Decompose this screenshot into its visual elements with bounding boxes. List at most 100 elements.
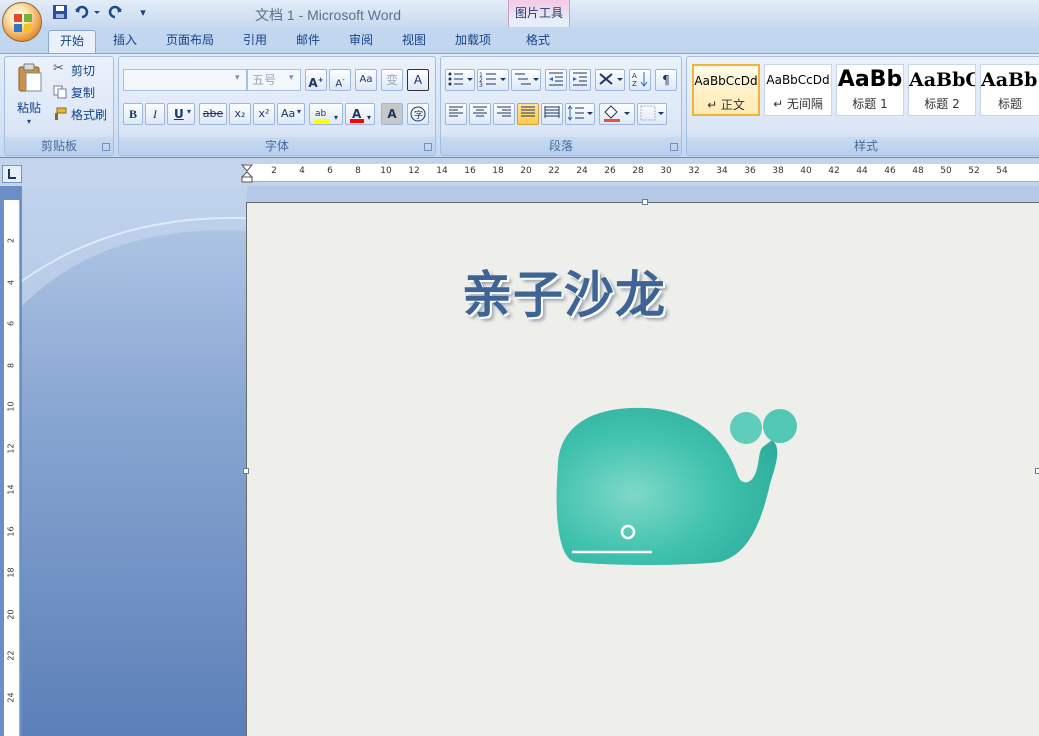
ruler-tick-label: 18 xyxy=(492,166,504,176)
distributed-icon[interactable] xyxy=(541,103,563,125)
align-center-icon[interactable] xyxy=(469,103,491,125)
paste-label: 粘贴 xyxy=(16,101,41,115)
workspace-swoosh-decoration xyxy=(22,186,247,306)
bullets-icon xyxy=(448,72,473,86)
font-name-combo[interactable] xyxy=(123,69,247,91)
bold-button[interactable]: B xyxy=(123,103,143,125)
superscript-button[interactable]: x² xyxy=(253,103,275,125)
strikethrough-button[interactable]: abe xyxy=(199,103,227,125)
save-icon[interactable] xyxy=(52,4,68,22)
copy-icon xyxy=(53,85,67,99)
ruler-tick-label: 6 xyxy=(327,166,333,176)
tab-page-layout[interactable]: 页面布局 xyxy=(160,30,220,53)
subscript-button[interactable]: x₂ xyxy=(229,103,251,125)
clipboard-group-label: 剪贴板 xyxy=(5,137,113,155)
paint-bucket-icon xyxy=(604,105,630,122)
underline-dropdown-icon[interactable]: ▾ xyxy=(187,107,191,116)
indent-marker-icon[interactable] xyxy=(240,164,254,184)
format-painter-icon xyxy=(55,107,67,120)
style-title[interactable]: AaBb( 标题 xyxy=(980,64,1039,116)
tab-home[interactable]: 开始 xyxy=(48,30,96,53)
ruler-tick-label: 8 xyxy=(355,166,361,176)
format-painter-button[interactable]: 格式刷 xyxy=(51,105,111,123)
tab-insert[interactable]: 插入 xyxy=(104,30,146,53)
selection-handle-top[interactable] xyxy=(642,199,648,205)
tab-references[interactable]: 引用 xyxy=(234,30,276,53)
redo-button[interactable] xyxy=(106,4,126,22)
increase-indent-icon[interactable] xyxy=(569,69,591,91)
svg-text:ab: ab xyxy=(315,109,327,119)
align-left-icon[interactable] xyxy=(445,103,467,125)
ruler-tick-label: 46 xyxy=(884,166,896,176)
numbering-button[interactable]: 123 xyxy=(477,69,509,91)
show-formatting-marks-icon[interactable]: ¶ xyxy=(655,69,677,91)
ruler-tick-label: 32 xyxy=(688,166,700,176)
document-heading[interactable]: 亲子沙龙 xyxy=(462,255,666,327)
italic-button[interactable]: I xyxy=(145,103,165,125)
ruler-tick-label: 24 xyxy=(576,166,588,176)
cut-button[interactable]: ✂ 剪切 xyxy=(51,61,111,79)
phonetic-guide-icon[interactable]: 变 xyxy=(381,69,403,91)
paste-button[interactable]: 粘贴 ▾ xyxy=(11,59,47,133)
selection-handle-left[interactable] xyxy=(243,468,249,474)
whale-picture[interactable] xyxy=(550,404,802,568)
multilevel-list-icon xyxy=(515,73,539,85)
tab-view[interactable]: 视图 xyxy=(393,30,435,53)
style-normal[interactable]: AaBbCcDd ↵ 正文 xyxy=(692,64,760,116)
tab-review[interactable]: 审阅 xyxy=(340,30,382,53)
undo-button[interactable] xyxy=(74,4,102,22)
ruler-tick-label: 42 xyxy=(828,166,840,176)
multilevel-list-button[interactable] xyxy=(511,69,541,91)
enclose-characters-icon[interactable]: 字 xyxy=(407,103,429,125)
align-center-svg xyxy=(473,106,487,117)
tab-format[interactable]: 格式 xyxy=(514,30,562,53)
font-dialog-launcher-icon[interactable] xyxy=(424,143,432,151)
align-right-icon[interactable] xyxy=(493,103,515,125)
indent-marker-svg xyxy=(240,164,254,183)
style-no-spacing[interactable]: AaBbCcDd ↵ 无间隔 xyxy=(764,64,832,116)
line-spacing-button[interactable] xyxy=(565,103,595,125)
grow-font-button[interactable]: A+ xyxy=(305,69,327,91)
bullets-button[interactable] xyxy=(445,69,475,91)
borders-button[interactable] xyxy=(637,103,667,125)
ruler-tick-label: 10 xyxy=(380,166,392,176)
style-title-sample: AaBb( xyxy=(981,69,1039,91)
chinese-layout-button[interactable] xyxy=(595,69,625,91)
style-heading-1[interactable]: AaBb 标题 1 xyxy=(836,64,904,116)
sort-icon[interactable]: AZ xyxy=(629,69,651,91)
font-name-dropdown-icon[interactable]: ▾ xyxy=(235,73,240,83)
decrease-indent-icon[interactable] xyxy=(545,69,567,91)
ruler-tick-label: 16 xyxy=(6,525,16,537)
tab-add-ins[interactable]: 加载项 xyxy=(446,30,500,53)
style-heading-1-sample: AaBb xyxy=(837,67,903,92)
clear-formatting-icon[interactable]: Aa xyxy=(355,69,377,91)
redo-icon xyxy=(108,5,122,19)
ruler-tick-label: 10 xyxy=(6,401,16,412)
style-heading-2[interactable]: AaBbC 标题 2 xyxy=(908,64,976,116)
font-color-button[interactable]: A ▾ xyxy=(345,103,375,125)
paragraph-group: 123 AZ ¶ 段落 xyxy=(440,56,682,156)
justify-icon[interactable] xyxy=(517,103,539,125)
scissors-icon: ✂ xyxy=(53,61,64,76)
ruler-tick-label: 2 xyxy=(6,237,16,244)
undo-icon xyxy=(75,5,100,19)
font-size-dropdown-icon[interactable]: ▾ xyxy=(289,73,294,83)
customize-qat-icon[interactable]: ▾ xyxy=(136,4,150,22)
paragraph-dialog-launcher-icon[interactable] xyxy=(670,143,678,151)
paragraph-group-label: 段落 xyxy=(441,137,681,155)
copy-button[interactable]: 复制 xyxy=(51,83,111,101)
change-case-dropdown-icon[interactable]: ▾ xyxy=(297,107,301,116)
character-border-icon[interactable]: A xyxy=(407,69,429,91)
shading-button[interactable] xyxy=(599,103,635,125)
character-shading-button[interactable]: A xyxy=(381,103,403,125)
selection-handle-right[interactable] xyxy=(1035,468,1039,474)
font-group: ▾ 五号 ▾ A+ A- Aa 变 A B I U ▾ abe x₂ x² Aa… xyxy=(118,56,436,156)
shrink-font-button[interactable]: A- xyxy=(329,69,351,91)
office-button[interactable] xyxy=(2,2,42,42)
window-title: 文档 1 - Microsoft Word xyxy=(255,7,401,23)
highlight-button[interactable]: ab ▾ xyxy=(309,103,343,125)
tab-selector-button[interactable] xyxy=(2,165,22,183)
tab-mailings[interactable]: 邮件 xyxy=(287,30,329,53)
clipboard-dialog-launcher-icon[interactable] xyxy=(102,143,110,151)
ruler-tick-label: 20 xyxy=(6,608,16,620)
